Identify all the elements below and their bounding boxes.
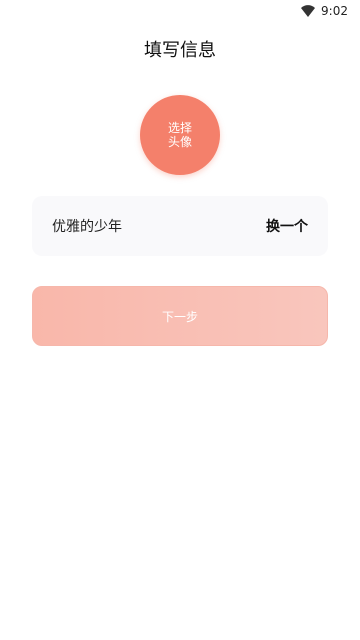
nickname-text: 优雅的少年 <box>52 219 122 235</box>
next-step-button[interactable]: 下一步 <box>32 286 328 346</box>
screen: 9:02 填写信息 选择 头像 优雅的少年 换一个 下一步 <box>0 0 360 640</box>
avatar-label-line1: 选择 <box>167 121 192 135</box>
nickname-row: 优雅的少年 换一个 <box>32 196 328 256</box>
change-nickname-button[interactable]: 换一个 <box>266 216 308 236</box>
wifi-icon <box>301 5 316 17</box>
page-title: 填写信息 <box>144 40 216 61</box>
status-time: 9:02 <box>321 4 348 18</box>
choose-avatar-button[interactable]: 选择 头像 <box>140 95 220 175</box>
avatar-label-line2: 头像 <box>167 135 192 149</box>
status-bar: 9:02 <box>0 0 360 22</box>
